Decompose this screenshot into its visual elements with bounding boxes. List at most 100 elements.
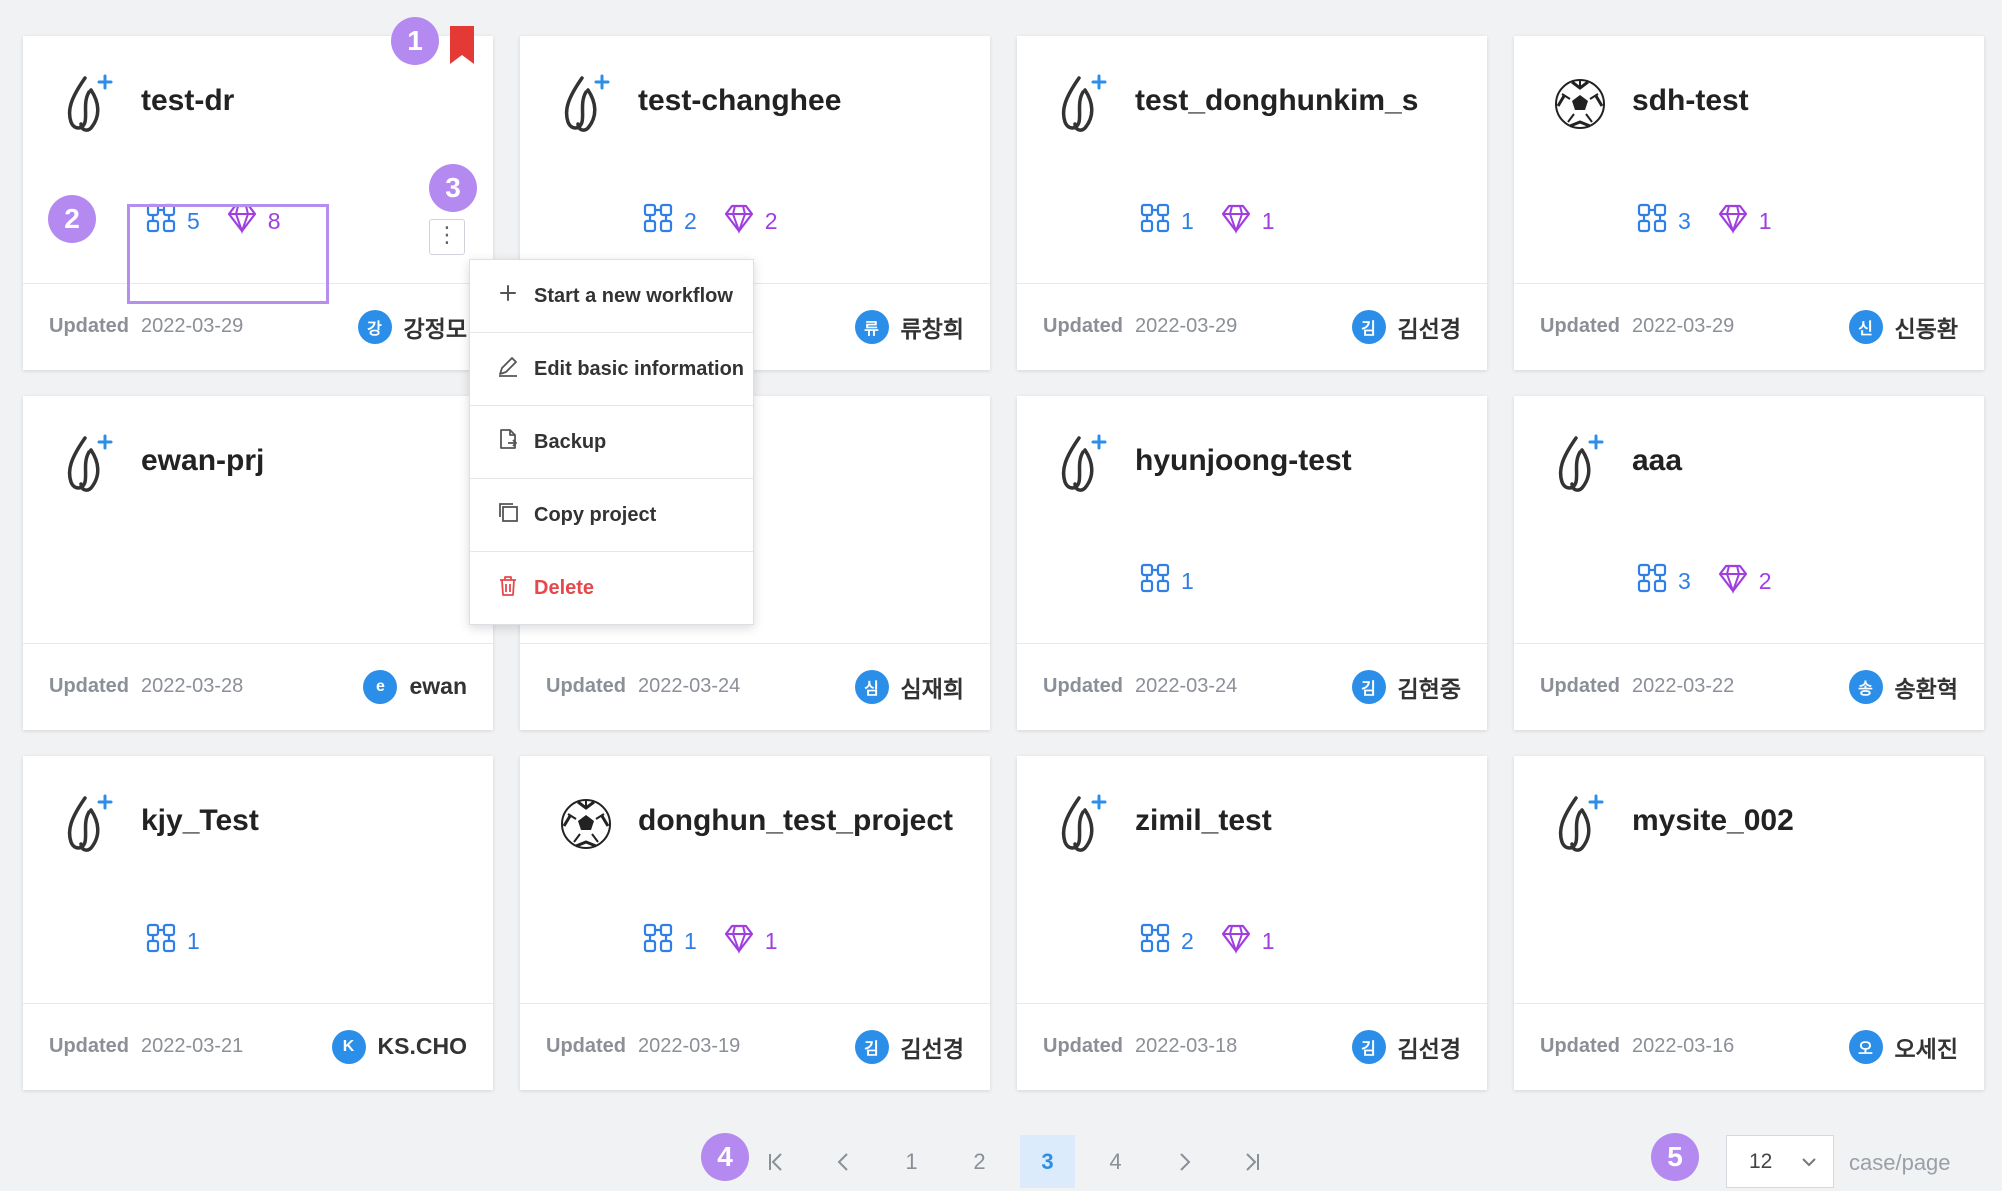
updated-label: Updated (546, 1035, 626, 1057)
project-title[interactable]: test_donghunkim_s (1135, 84, 1418, 118)
page-button[interactable]: 2 (952, 1135, 1007, 1188)
project-card[interactable]: mysite_002 Updated 2022-03-16 오 오세진 (1514, 756, 1984, 1090)
card-footer: Updated 2022-03-21 K KS.CHO (23, 1004, 493, 1089)
page-button[interactable]: 3 (1020, 1135, 1075, 1188)
updated-info: Updated 2022-03-29 (1043, 315, 1237, 338)
workflow-icon (642, 922, 684, 960)
drop-logo-icon (1055, 72, 1111, 134)
updated-label: Updated (1540, 1035, 1620, 1057)
project-title[interactable]: ewan-prj (141, 444, 264, 478)
owner-name: KS.CHO (377, 1033, 467, 1059)
menu-item-label: Edit basic information (534, 357, 745, 380)
workflow-count: 3 (1636, 562, 1691, 600)
project-card[interactable]: zimil_test 21 Updated 2022-03-18 김 김선경 (1017, 756, 1487, 1090)
soccer-ball-icon (1552, 72, 1608, 134)
updated-info: Updated 2022-03-24 (1043, 675, 1237, 698)
workflow-icon (145, 922, 187, 960)
project-card[interactable]: aaa 32 Updated 2022-03-22 송 송환혁 (1514, 396, 1984, 730)
card-body: ewan-prj (23, 396, 493, 644)
updated-label: Updated (1043, 675, 1123, 697)
project-title[interactable]: test-dr (141, 84, 234, 118)
avatar: e (363, 669, 398, 704)
owner: 김 김선경 (1351, 309, 1461, 344)
drop-logo-icon (1552, 792, 1608, 854)
updated-label: Updated (49, 675, 129, 697)
plus-icon (496, 281, 534, 311)
updated-date: 2022-03-21 (141, 1035, 244, 1057)
bookmark-icon[interactable] (447, 26, 477, 66)
model-count: 2 (723, 202, 778, 240)
owner-name: 김선경 (900, 1035, 964, 1062)
card-footer: Updated 2022-03-29 김 김선경 (1017, 284, 1487, 369)
owner: 김 김선경 (1351, 1029, 1461, 1064)
project-title[interactable]: sdh-test (1632, 84, 1749, 118)
project-title[interactable]: hyunjoong-test (1135, 444, 1352, 478)
page-button[interactable]: 1 (884, 1135, 939, 1188)
project-card[interactable]: sdh-test 31 Updated 2022-03-29 신 신동환 (1514, 36, 1984, 370)
project-card[interactable]: test_donghunkim_s 11 Updated 2022-03-29 김… (1017, 36, 1487, 370)
model-count-value: 1 (1261, 927, 1275, 954)
first-page-button[interactable] (748, 1135, 803, 1188)
owner: e ewan (363, 669, 467, 704)
avatar: 김 (1351, 1029, 1386, 1064)
menu-item-copy-project[interactable]: Copy project (470, 479, 753, 552)
workflow-count-value: 1 (1181, 567, 1194, 594)
prev-page-button[interactable] (816, 1135, 871, 1188)
owner: 송 송환혁 (1848, 669, 1958, 704)
per-page-select[interactable]: 12 (1726, 1135, 1834, 1188)
menu-item-delete[interactable]: Delete (470, 552, 753, 625)
updated-label: Updated (546, 675, 626, 697)
project-title[interactable]: mysite_002 (1632, 804, 1794, 838)
workflow-icon (642, 202, 684, 240)
menu-item-edit-basic-information[interactable]: Edit basic information (470, 333, 753, 406)
model-count-value: 1 (764, 927, 778, 954)
owner: 오 오세진 (1848, 1029, 1958, 1064)
annotation-marker-1: 1 (391, 17, 439, 65)
project-stats: 11 (642, 922, 804, 960)
updated-label: Updated (49, 315, 129, 337)
workflow-count-value: 1 (187, 927, 200, 954)
updated-date: 2022-03-29 (141, 315, 244, 337)
menu-item-start-a-new-workflow[interactable]: Start a new workflow (470, 260, 753, 333)
project-card[interactable]: ewan-prj Updated 2022-03-28 e ewan (23, 396, 493, 730)
project-title[interactable]: donghun_test_project (638, 804, 953, 838)
project-stats: 1 (1139, 562, 1220, 600)
project-card[interactable]: hyunjoong-test 1 Updated 2022-03-24 김 김현중 (1017, 396, 1487, 730)
more-options-button[interactable]: ⋮ (429, 219, 465, 255)
last-page-icon (1245, 1152, 1259, 1171)
updated-date: 2022-03-19 (638, 1035, 741, 1057)
project-title[interactable]: kjy_Test (141, 804, 259, 838)
owner-name: 송환혁 (1894, 675, 1958, 702)
workflow-count-value: 1 (684, 927, 697, 954)
card-body: sdh-test 31 (1514, 36, 1984, 284)
model-count-value: 2 (764, 207, 778, 234)
chevron-right-icon (1179, 1152, 1190, 1171)
workflow-count: 1 (642, 922, 697, 960)
updated-label: Updated (49, 1035, 129, 1057)
per-page-label: case/page (1849, 1150, 1951, 1175)
card-footer: Updated 2022-03-22 송 송환혁 (1514, 644, 1984, 729)
model-count: 1 (1220, 202, 1275, 240)
project-title[interactable]: test-changhee (638, 84, 841, 118)
owner: 김 김현중 (1351, 669, 1461, 704)
project-card[interactable]: donghun_test_project 11 Updated 2022-03-1… (520, 756, 990, 1090)
project-card[interactable]: kjy_Test 1 Updated 2022-03-21 K KS.CHO (23, 756, 493, 1090)
next-page-button[interactable] (1156, 1135, 1211, 1188)
last-page-button[interactable] (1224, 1135, 1279, 1188)
card-footer: Updated 2022-03-19 김 김선경 (520, 1004, 990, 1089)
card-body: test_donghunkim_s 11 (1017, 36, 1487, 284)
menu-item-backup[interactable]: Backup (470, 406, 753, 479)
page-button[interactable]: 4 (1088, 1135, 1143, 1188)
project-title[interactable]: zimil_test (1135, 804, 1272, 838)
drop-logo-icon (558, 72, 614, 134)
updated-date: 2022-03-28 (141, 675, 244, 697)
owner-name: 강정모 (403, 315, 467, 342)
menu-item-label: Delete (534, 577, 595, 599)
updated-date: 2022-03-22 (1632, 675, 1735, 697)
project-card[interactable]: test-dr 58 Updated 2022-03-29 강 강정모 ⋮ (23, 26, 493, 370)
project-grid: test-dr 58 Updated 2022-03-29 강 강정모 ⋮ test… (23, 26, 1985, 1090)
project-title[interactable]: aaa (1632, 444, 1682, 478)
annotation-marker-3: 3 (429, 164, 477, 212)
backup-file-icon (496, 427, 534, 457)
owner: 김 김선경 (854, 1029, 964, 1064)
